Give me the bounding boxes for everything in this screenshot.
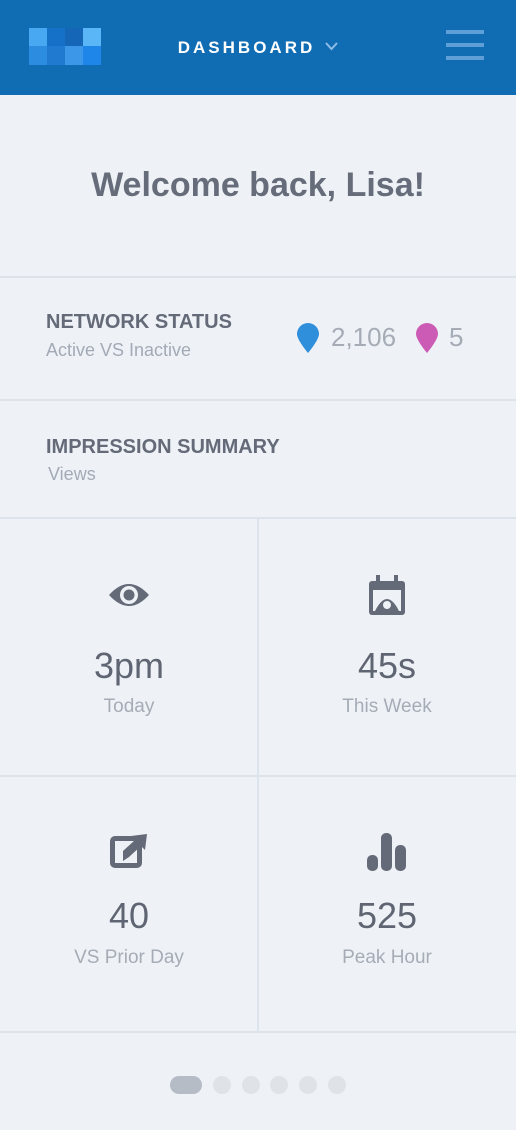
hamburger-menu-icon[interactable] xyxy=(446,30,486,62)
tile-label: This Week xyxy=(342,696,432,717)
tile-vs-prior-day[interactable]: 40 VS Prior Day xyxy=(0,777,258,1033)
tile-label: Peak Hour xyxy=(342,947,432,968)
inactive-count: 5 xyxy=(449,322,464,352)
page-dot-1[interactable] xyxy=(170,1076,202,1094)
bar-chart-icon xyxy=(258,833,516,876)
page-dot-5[interactable] xyxy=(299,1076,317,1094)
welcome-message: Welcome back, Lisa! xyxy=(91,166,425,204)
tile-today[interactable]: 3pm Today xyxy=(0,519,258,775)
divider xyxy=(0,399,516,401)
top-bar: DASHBOARD xyxy=(0,0,516,95)
network-status-title: NETWORK STATUS xyxy=(46,311,232,333)
network-status-subtitle: Active VS Inactive xyxy=(46,340,192,360)
page-dot-2[interactable] xyxy=(213,1076,231,1094)
calendar-icon xyxy=(258,575,516,622)
dashboard-dropdown[interactable]: DASHBOARD xyxy=(0,36,516,58)
impression-summary-title: IMPRESSION SUMMARY xyxy=(46,436,280,458)
page-dot-6[interactable] xyxy=(328,1076,346,1094)
tile-value: 40 xyxy=(108,895,150,936)
eye-icon xyxy=(0,577,258,618)
map-pin-icon xyxy=(416,323,438,353)
tile-value: 45s xyxy=(357,645,417,686)
dashboard-title: DASHBOARD xyxy=(177,38,316,57)
tile-peak-hour[interactable]: 525 Peak Hour xyxy=(258,777,516,1033)
impression-summary-subtitle: Views xyxy=(48,464,96,484)
map-pin-icon xyxy=(297,323,319,353)
page-indicator xyxy=(0,1076,516,1094)
tile-this-week[interactable]: 45s This Week xyxy=(258,519,516,775)
divider xyxy=(0,276,516,278)
active-count: 2,106 xyxy=(331,322,397,352)
share-icon xyxy=(0,831,258,876)
tile-label: Today xyxy=(103,696,155,717)
chevron-down-icon xyxy=(325,36,338,56)
tile-value: 525 xyxy=(356,895,418,936)
tile-label: VS Prior Day xyxy=(74,947,184,968)
page-dot-3[interactable] xyxy=(242,1076,260,1094)
page-dot-4[interactable] xyxy=(270,1076,288,1094)
tile-value: 3pm xyxy=(93,645,165,686)
